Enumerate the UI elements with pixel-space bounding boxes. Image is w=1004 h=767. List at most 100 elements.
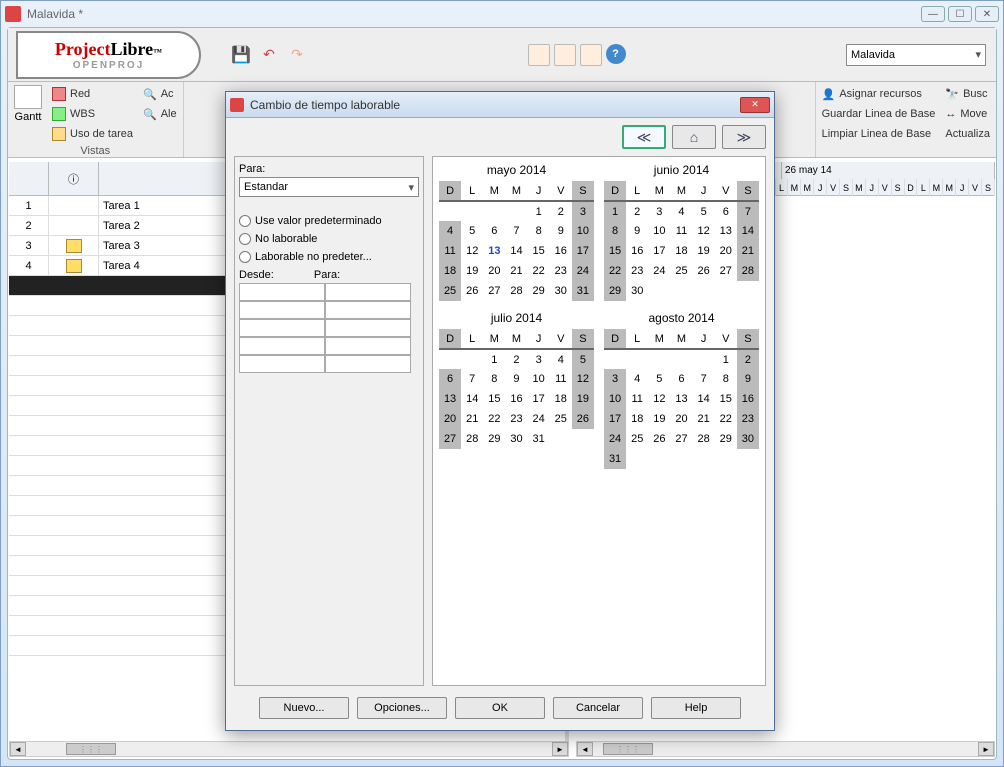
calendar-day[interactable]: 2 [626, 201, 648, 221]
para-input-5[interactable] [325, 355, 411, 373]
calendar-day[interactable]: 4 [550, 349, 572, 369]
calendar-day[interactable]: 30 [505, 429, 527, 449]
calendar-day[interactable]: 9 [626, 221, 648, 241]
calendar-day[interactable]: 24 [648, 261, 670, 281]
project-selector[interactable]: Malavida [846, 44, 986, 66]
calendar-day[interactable]: 29 [483, 429, 505, 449]
calendar-day[interactable]: 6 [670, 369, 692, 389]
calendar-day[interactable]: 9 [505, 369, 527, 389]
calendar-day[interactable]: 19 [693, 241, 715, 261]
calendar-day[interactable]: 11 [550, 369, 572, 389]
radio-nonworking[interactable]: No laborable [239, 233, 419, 245]
calendar-day[interactable]: 1 [528, 201, 550, 221]
calendar-day[interactable]: 14 [737, 221, 759, 241]
maximize-button[interactable]: ☐ [948, 6, 972, 22]
calendar-day[interactable]: 20 [670, 409, 692, 429]
calendar-day[interactable]: 8 [483, 369, 505, 389]
red-view-button[interactable]: Red [52, 85, 133, 103]
calendar-day[interactable]: 27 [439, 429, 461, 449]
opciones-button[interactable]: Opciones... [357, 697, 447, 719]
zoom-out-button[interactable]: 🔍Ale [143, 105, 177, 123]
calendar-day[interactable]: 20 [439, 409, 461, 429]
help-icon[interactable]: ? [606, 44, 626, 64]
col-header-info[interactable]: ⓘ [49, 162, 99, 195]
calendar-day[interactable]: 2 [550, 201, 572, 221]
calendar-day[interactable]: 24 [528, 409, 550, 429]
nav-next-button[interactable]: ≫ [722, 125, 766, 149]
calendar-day[interactable]: 11 [439, 241, 461, 261]
calendar-day[interactable]: 16 [626, 241, 648, 261]
calendar-day[interactable]: 22 [528, 261, 550, 281]
para-input-3[interactable] [325, 319, 411, 337]
calendar-day[interactable]: 19 [572, 389, 594, 409]
toolbar-icon-3[interactable] [580, 44, 602, 66]
calendar-day[interactable]: 17 [528, 389, 550, 409]
calendar-day[interactable]: 9 [550, 221, 572, 241]
calendar-day[interactable]: 24 [572, 261, 594, 281]
calendar-day[interactable]: 7 [461, 369, 483, 389]
para-input-4[interactable] [325, 337, 411, 355]
calendar-day[interactable]: 17 [572, 241, 594, 261]
para-input-2[interactable] [325, 301, 411, 319]
calendar-day[interactable]: 14 [693, 389, 715, 409]
calendar-day[interactable]: 21 [461, 409, 483, 429]
calendar-day[interactable]: 25 [550, 409, 572, 429]
calendar-day[interactable]: 28 [505, 281, 527, 301]
calendar-day[interactable]: 18 [439, 261, 461, 281]
calendar-day[interactable]: 3 [648, 201, 670, 221]
radio-default[interactable]: Use valor predeterminado [239, 215, 419, 227]
calendar-day[interactable]: 13 [715, 221, 737, 241]
calendar-day[interactable]: 1 [604, 201, 626, 221]
calendar-day[interactable]: 31 [604, 449, 626, 469]
calendar-day[interactable]: 6 [715, 201, 737, 221]
calendar-day[interactable]: 12 [461, 241, 483, 261]
ok-button[interactable]: OK [455, 697, 545, 719]
calendar-day[interactable]: 16 [737, 389, 759, 409]
calendar-day[interactable]: 2 [737, 349, 759, 369]
calendar-day[interactable]: 11 [670, 221, 692, 241]
timeline-hscroll[interactable]: ◄⋮⋮⋮► [576, 741, 995, 757]
calendar-day[interactable]: 23 [737, 409, 759, 429]
radio-working-nondefault[interactable]: Laborable no predeter... [239, 251, 419, 263]
calendar-day[interactable]: 28 [461, 429, 483, 449]
calendar-day[interactable]: 15 [483, 389, 505, 409]
uso-tarea-button[interactable]: Uso de tarea [52, 125, 133, 143]
calendar-day[interactable]: 26 [648, 429, 670, 449]
desde-input-2[interactable] [239, 301, 325, 319]
calendar-day[interactable]: 30 [626, 281, 648, 301]
calendar-day[interactable]: 2 [505, 349, 527, 369]
calendar-day[interactable]: 8 [604, 221, 626, 241]
nav-home-button[interactable]: ⌂ [672, 125, 716, 149]
calendar-day[interactable]: 27 [483, 281, 505, 301]
undo-button[interactable]: ↶ [259, 45, 279, 65]
calendar-day[interactable]: 5 [693, 201, 715, 221]
calendar-day[interactable]: 15 [604, 241, 626, 261]
desde-input-1[interactable] [239, 283, 325, 301]
calendar-day[interactable]: 7 [737, 201, 759, 221]
calendar-day[interactable]: 14 [505, 241, 527, 261]
wbs-view-button[interactable]: WBS [52, 105, 133, 123]
para-input-1[interactable] [325, 283, 411, 301]
nav-prev-button[interactable]: ≪ [622, 125, 666, 149]
save-button[interactable]: 💾 [231, 45, 251, 65]
calendar-day[interactable]: 9 [737, 369, 759, 389]
calendar-day[interactable]: 6 [439, 369, 461, 389]
col-header-num[interactable] [9, 162, 49, 195]
calendar-day[interactable]: 15 [715, 389, 737, 409]
calendar-day[interactable]: 7 [693, 369, 715, 389]
calendar-day[interactable]: 21 [693, 409, 715, 429]
guardar-linea-button[interactable]: Guardar Linea de Base [822, 105, 936, 123]
calendar-day[interactable]: 30 [550, 281, 572, 301]
calendar-day[interactable]: 10 [604, 389, 626, 409]
calendar-day[interactable]: 26 [572, 409, 594, 429]
calendar-day[interactable]: 6 [483, 221, 505, 241]
calendar-day[interactable]: 29 [604, 281, 626, 301]
minimize-button[interactable]: — [921, 6, 945, 22]
calendar-day[interactable]: 13 [483, 241, 505, 261]
asignar-recursos-button[interactable]: 👤Asignar recursos [822, 85, 936, 103]
calendar-day[interactable]: 21 [737, 241, 759, 261]
calendar-day[interactable]: 29 [715, 429, 737, 449]
mover-button[interactable]: ↔Move [945, 105, 990, 123]
calendar-day[interactable]: 3 [572, 201, 594, 221]
calendar-day[interactable]: 10 [648, 221, 670, 241]
